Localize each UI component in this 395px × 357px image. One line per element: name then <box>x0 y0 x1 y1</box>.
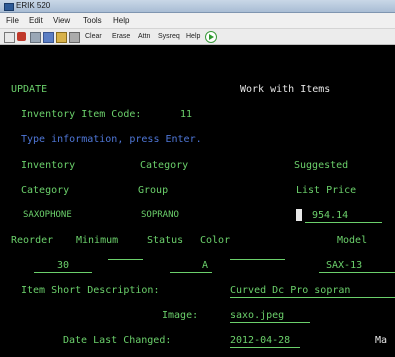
menu-file[interactable]: File <box>6 13 19 28</box>
option-label: UPDATE <box>11 84 48 95</box>
col-inventory: Inventory <box>21 160 76 171</box>
new-session-icon[interactable] <box>4 32 15 43</box>
run-icon[interactable] <box>205 31 217 43</box>
image-label: Image: <box>162 310 199 321</box>
clear-button[interactable]: Clear <box>85 29 102 44</box>
color-input[interactable] <box>230 259 285 260</box>
status-label: Status <box>147 235 184 246</box>
app-icon <box>4 3 14 11</box>
minimum-label: Minimum <box>76 235 119 246</box>
group-value: SOPRANO <box>141 210 179 220</box>
print-icon[interactable] <box>56 32 67 43</box>
list-price-input[interactable]: 954.14 <box>305 209 382 223</box>
copy-icon[interactable] <box>30 32 41 43</box>
col-suggested: Suggested <box>294 160 349 171</box>
settings-icon[interactable] <box>69 32 80 43</box>
image-input[interactable]: saxo.jpeg <box>230 309 310 323</box>
menu-view[interactable]: View <box>53 13 70 28</box>
attn-button[interactable]: Attn <box>138 29 150 44</box>
screen-title: Work with Items <box>240 84 331 95</box>
status-input[interactable]: A <box>170 259 212 273</box>
color-label: Color <box>200 235 231 246</box>
col-category: Category <box>21 185 70 196</box>
disconnect-icon[interactable] <box>17 32 26 41</box>
category-value: SAXOPHONE <box>23 210 72 220</box>
help-button[interactable]: Help <box>186 29 200 44</box>
col-list-price: List Price <box>296 185 357 196</box>
item-code-label: Inventory Item Code: <box>21 109 142 120</box>
minimum-input[interactable]: 30 <box>34 259 92 273</box>
col-group: Group <box>138 185 169 196</box>
window-title: ERIK 520 <box>16 1 51 10</box>
title-bar: ERIK 520 <box>0 0 395 13</box>
date-value: 2012-04-28 <box>230 334 300 348</box>
menu-help[interactable]: Help <box>113 13 129 28</box>
reorder-input[interactable] <box>108 259 143 260</box>
erase-button[interactable]: Erase <box>112 29 130 44</box>
short-desc-input[interactable]: Curved Dc Pro sopran <box>230 284 395 298</box>
col-category-header: Category <box>140 160 189 171</box>
menu-edit[interactable]: Edit <box>29 13 43 28</box>
short-desc-label: Item Short Description: <box>21 285 160 296</box>
model-input[interactable]: SAX-13 <box>319 259 395 273</box>
paste-icon[interactable] <box>43 32 54 43</box>
reorder-label: Reorder <box>11 235 54 246</box>
terminal-screen[interactable]: UPDATE Work with Items Inventory Item Co… <box>0 45 395 357</box>
menu-tools[interactable]: Tools <box>83 13 102 28</box>
toolbar: Clear Erase Attn Sysreq Help <box>0 29 395 45</box>
sysreq-button[interactable]: Sysreq <box>158 29 180 44</box>
trailing-label: Ma <box>375 335 388 346</box>
text-cursor <box>296 209 302 221</box>
instruction-text: Type information, press Enter. <box>21 134 202 145</box>
date-label: Date Last Changed: <box>63 335 172 346</box>
menu-bar: File Edit View Tools Help <box>0 13 395 29</box>
model-label: Model <box>337 235 368 246</box>
item-code-value: 11 <box>180 109 193 120</box>
